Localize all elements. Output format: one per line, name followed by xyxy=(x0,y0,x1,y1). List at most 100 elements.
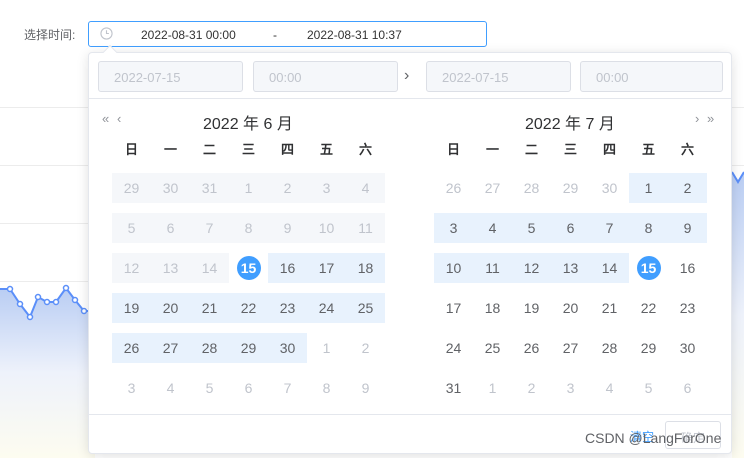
day-cell[interactable]: 17 xyxy=(307,253,346,283)
day-cell[interactable]: 24 xyxy=(434,333,473,363)
day-cell[interactable]: 3 xyxy=(551,373,590,403)
day-cell[interactable]: 24 xyxy=(307,293,346,323)
day-cell[interactable]: 5 xyxy=(190,373,229,403)
header-divider xyxy=(89,98,731,99)
weekday-header: 六 xyxy=(358,142,372,157)
day-cell[interactable]: 23 xyxy=(268,293,307,323)
day-cell[interactable]: 6 xyxy=(668,373,707,403)
weekday-header: 四 xyxy=(280,142,294,157)
day-cell[interactable]: 27 xyxy=(151,333,190,363)
prev-month-button[interactable]: ‹ xyxy=(117,111,121,126)
day-cell[interactable]: 21 xyxy=(590,293,629,323)
day-cell[interactable]: 6 xyxy=(229,373,268,403)
day-cell[interactable]: 4 xyxy=(590,373,629,403)
day-cell[interactable]: 2 xyxy=(346,333,385,363)
prev-year-button[interactable]: « xyxy=(102,111,109,126)
day-cell[interactable]: 30 xyxy=(590,173,629,203)
day-cell[interactable]: 20 xyxy=(551,293,590,323)
range-end-value[interactable]: 2022-08-31 10:37 xyxy=(307,28,402,42)
day-cell[interactable]: 29 xyxy=(551,173,590,203)
day-cell[interactable]: 11 xyxy=(473,253,512,283)
day-cell[interactable]: 19 xyxy=(112,293,151,323)
weekday-header: 二 xyxy=(524,142,538,157)
day-cell[interactable]: 5 xyxy=(512,213,551,243)
day-cell[interactable]: 31 xyxy=(434,373,473,403)
day-cell[interactable]: 5 xyxy=(629,373,668,403)
day-cell[interactable]: 29 xyxy=(629,333,668,363)
day-cell: 10 xyxy=(307,213,346,243)
day-cell[interactable]: 30 xyxy=(668,333,707,363)
day-cell[interactable]: 28 xyxy=(512,173,551,203)
day-cell[interactable]: 6 xyxy=(551,213,590,243)
day-cell[interactable]: 7 xyxy=(590,213,629,243)
day-cell[interactable]: 22 xyxy=(229,293,268,323)
day-cell[interactable]: 18 xyxy=(473,293,512,323)
weekday-header: 五 xyxy=(319,142,333,157)
weekday-header: 三 xyxy=(241,142,255,157)
day-cell[interactable]: 23 xyxy=(668,293,707,323)
day-cell[interactable]: 1 xyxy=(473,373,512,403)
day-cell[interactable]: 13 xyxy=(551,253,590,283)
watermark: CSDN @LangForOne xyxy=(585,430,722,446)
day-cell[interactable]: 26 xyxy=(434,173,473,203)
next-year-button[interactable]: » xyxy=(707,111,714,126)
day-cell[interactable]: 16 xyxy=(268,253,307,283)
day-cell[interactable]: 22 xyxy=(629,293,668,323)
day-cell[interactable]: 20 xyxy=(151,293,190,323)
day-cell[interactable]: 25 xyxy=(473,333,512,363)
day-cell[interactable]: 16 xyxy=(668,253,707,283)
weekday-header: 五 xyxy=(641,142,655,157)
day-cell: 1 xyxy=(229,173,268,203)
day-cell[interactable]: 19 xyxy=(512,293,551,323)
day-cell: 12 xyxy=(112,253,151,283)
day-cell[interactable]: 28 xyxy=(590,333,629,363)
footer-divider xyxy=(89,414,731,415)
day-cell[interactable]: 14 xyxy=(590,253,629,283)
selected-day-cell[interactable]: 15 xyxy=(229,253,268,283)
day-cell[interactable]: 1 xyxy=(629,173,668,203)
day-cell[interactable]: 7 xyxy=(268,373,307,403)
day-cell[interactable]: 27 xyxy=(473,173,512,203)
day-cell[interactable]: 21 xyxy=(190,293,229,323)
next-month-button[interactable]: › xyxy=(695,111,699,126)
day-cell[interactable]: 2 xyxy=(512,373,551,403)
day-cell: 4 xyxy=(346,173,385,203)
day-cell[interactable]: 1 xyxy=(307,333,346,363)
day-cell[interactable]: 30 xyxy=(268,333,307,363)
day-cell[interactable]: 2 xyxy=(668,173,707,203)
day-cell[interactable]: 26 xyxy=(512,333,551,363)
day-cell[interactable]: 3 xyxy=(434,213,473,243)
day-cell[interactable]: 4 xyxy=(151,373,190,403)
day-cell[interactable]: 9 xyxy=(668,213,707,243)
day-cell[interactable]: 9 xyxy=(346,373,385,403)
day-cell[interactable]: 3 xyxy=(112,373,151,403)
day-cell[interactable]: 25 xyxy=(346,293,385,323)
day-cell[interactable]: 10 xyxy=(434,253,473,283)
weekday-header: 一 xyxy=(163,142,177,157)
day-cell[interactable]: 18 xyxy=(346,253,385,283)
day-cell[interactable]: 12 xyxy=(512,253,551,283)
end-time-input[interactable]: 00:00 xyxy=(580,61,723,92)
day-cell: 14 xyxy=(190,253,229,283)
clock-icon xyxy=(100,27,113,43)
day-cell[interactable]: 27 xyxy=(551,333,590,363)
day-cell[interactable]: 29 xyxy=(229,333,268,363)
date-range-input[interactable]: 2022-08-31 00:00 - 2022-08-31 10:37 xyxy=(88,21,487,47)
start-time-input[interactable]: 00:00 xyxy=(253,61,398,92)
day-cell[interactable]: 8 xyxy=(307,373,346,403)
day-cell: 7 xyxy=(190,213,229,243)
day-cell[interactable]: 17 xyxy=(434,293,473,323)
start-date-input[interactable]: 2022-07-15 xyxy=(98,61,243,92)
range-start-value[interactable]: 2022-08-31 00:00 xyxy=(141,28,236,42)
weekday-header: 日 xyxy=(124,142,138,157)
day-cell[interactable]: 26 xyxy=(112,333,151,363)
selected-day-cell[interactable]: 15 xyxy=(629,253,668,283)
day-cell: 13 xyxy=(151,253,190,283)
end-date-input[interactable]: 2022-07-15 xyxy=(426,61,571,92)
day-cell: 6 xyxy=(151,213,190,243)
day-cell[interactable]: 8 xyxy=(629,213,668,243)
weekday-header: 四 xyxy=(602,142,616,157)
day-cell[interactable]: 4 xyxy=(473,213,512,243)
day-cell: 2 xyxy=(268,173,307,203)
day-cell[interactable]: 28 xyxy=(190,333,229,363)
